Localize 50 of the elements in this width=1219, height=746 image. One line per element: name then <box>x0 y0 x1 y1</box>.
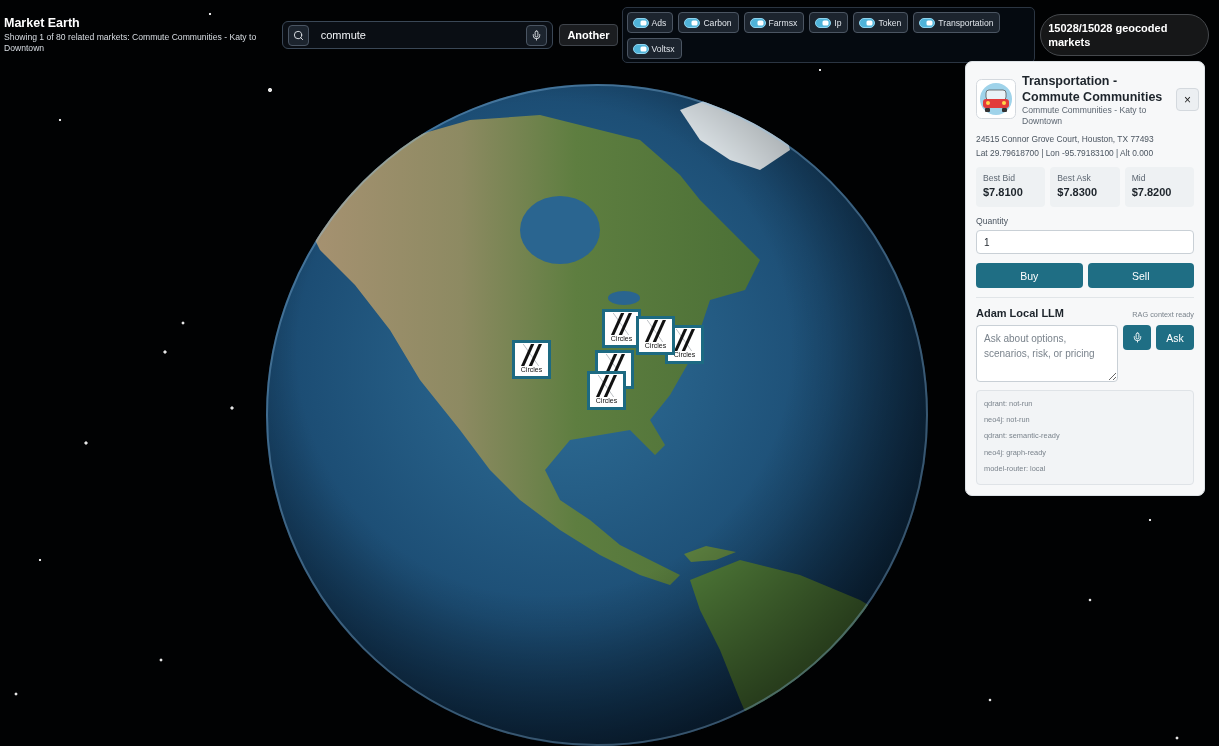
assistant-title: Adam Local LLM <box>976 307 1064 319</box>
filter-label: Farmsx <box>768 17 798 28</box>
slash-logo-icon <box>611 313 632 335</box>
filter-toggle[interactable]: Farmsx <box>743 12 805 33</box>
microphone-icon <box>1131 332 1143 343</box>
car-icon <box>976 79 1016 119</box>
filter-toggle[interactable]: Ads <box>626 12 674 33</box>
quantity-label: Quantity <box>976 216 1009 226</box>
filter-label: Ads <box>651 17 667 28</box>
app-title: Market Earth <box>4 16 81 30</box>
slash-logo-icon <box>645 320 666 342</box>
quote-value: $7.8200 <box>1131 186 1173 198</box>
microphone-button[interactable] <box>1123 325 1151 350</box>
filter-label: Carbon <box>703 17 732 28</box>
another-button[interactable]: Another <box>559 24 618 46</box>
question-input[interactable]: Ask about options, scenarios, risk, or pricing <box>976 325 1118 382</box>
slash-logo-icon <box>596 375 617 397</box>
search-icon <box>292 29 304 41</box>
market-title: Transportation - Commute Communities <box>1022 73 1164 105</box>
quote-value: $7.8100 <box>983 186 1024 198</box>
slash-logo-icon <box>674 329 695 351</box>
trade-button[interactable]: Buy <box>976 263 1083 288</box>
filter-label: Token <box>878 17 902 28</box>
market-subtitle: Commute Communities - Katy to Downtown <box>1022 105 1148 127</box>
slash-logo-icon <box>521 344 542 366</box>
search-input[interactable]: commute <box>320 26 515 44</box>
geocoded-count-badge: 15028/15028 geocoded markets <box>1040 14 1209 56</box>
quote-label: Best Bid <box>983 173 1016 183</box>
filter-label: Voltsx <box>651 43 675 54</box>
filter-toggle[interactable]: Voltsx <box>626 38 682 59</box>
quantity-input[interactable]: 1 <box>976 230 1194 254</box>
microphone-icon <box>531 29 543 41</box>
results-summary: Showing 1 of 80 related markets: Commute Communities - Katy to Downtown <box>4 32 258 53</box>
filter-label: Transportation <box>938 17 994 28</box>
market-coordinates: Lat 29.79618700 | Lon -95.79183100 | Alt 0.000 <box>976 146 1155 160</box>
filter-toggle[interactable]: Transportation <box>913 12 1001 33</box>
filter-toggle[interactable]: Ip <box>809 12 849 33</box>
filter-toggle[interactable]: Token <box>853 12 909 33</box>
ask-button[interactable]: Ask <box>1156 325 1194 350</box>
microphone-button[interactable] <box>526 24 548 46</box>
quote-label: Best Ask <box>1057 173 1092 183</box>
quote-label: Mid <box>1131 173 1147 183</box>
filter-toggle[interactable]: Carbon <box>678 12 739 33</box>
market-address: 24515 Connor Grove Court, Houston, TX 77493 <box>976 133 1155 146</box>
search-field[interactable]: commute <box>281 21 554 49</box>
filter-label: Ip <box>834 17 842 28</box>
search-button[interactable] <box>287 24 309 46</box>
close-button[interactable]: × <box>1176 88 1199 111</box>
trade-button[interactable]: Sell <box>1087 263 1194 288</box>
quote-value: $7.8300 <box>1057 186 1099 198</box>
